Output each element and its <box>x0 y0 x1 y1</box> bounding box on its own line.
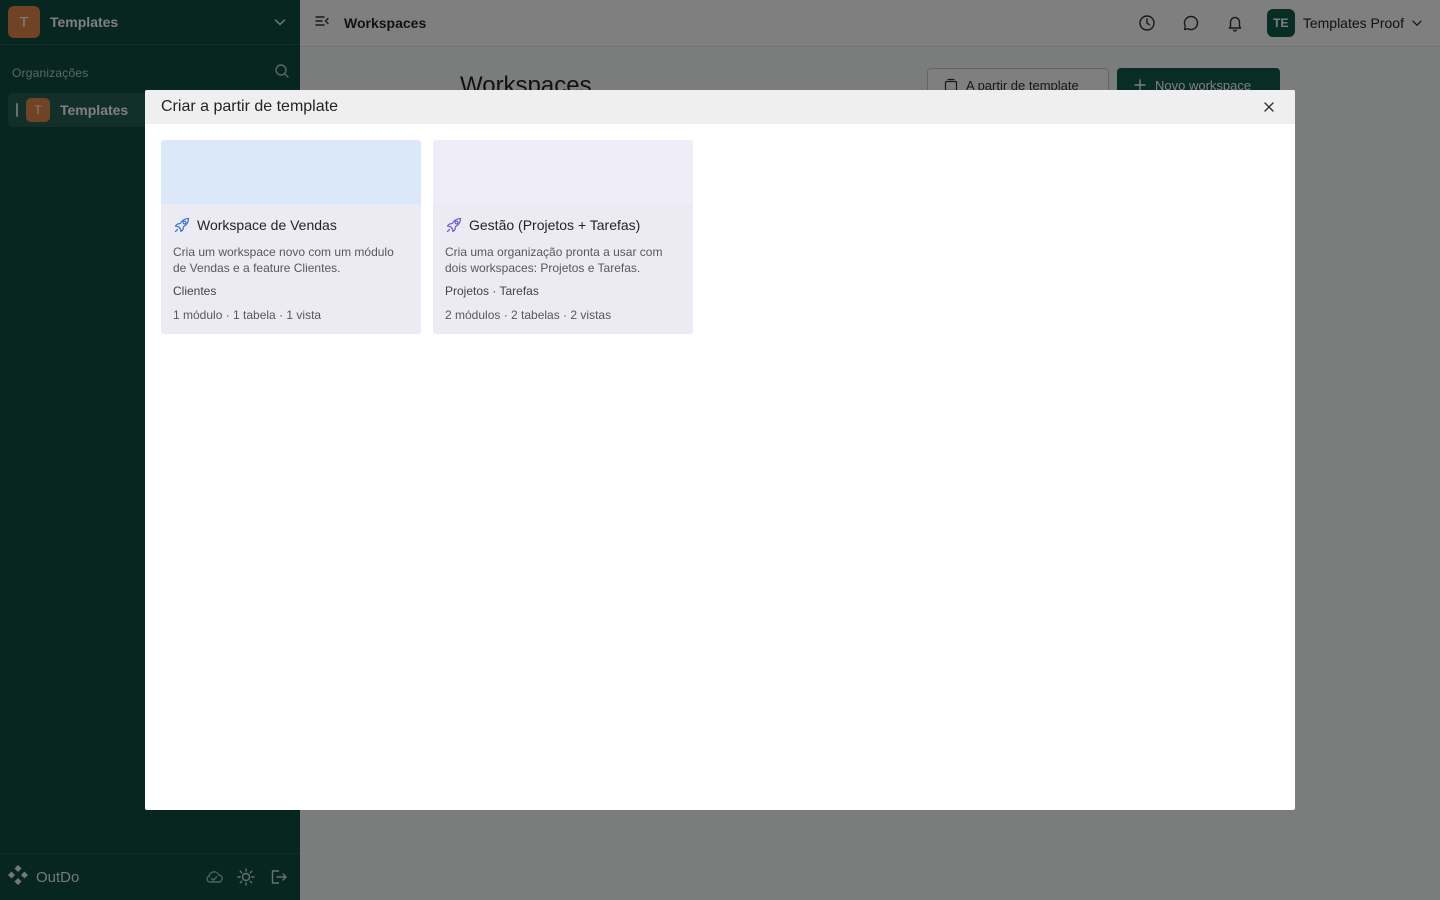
card-tags: Projetos · Tarefas <box>445 284 539 298</box>
template-card-gestao[interactable]: Gestão (Projetos + Tarefas) Cria uma org… <box>433 140 693 334</box>
card-description: Cria uma organização pronta a usar com d… <box>445 245 663 275</box>
rocket-icon <box>445 216 463 234</box>
template-card-vendas[interactable]: Workspace de Vendas Cria um workspace no… <box>161 140 421 334</box>
rocket-icon <box>173 216 191 234</box>
template-dialog: Criar a partir de template Workspace de … <box>145 90 1295 810</box>
dialog-title: Criar a partir de template <box>161 98 338 115</box>
card-banner <box>433 140 693 204</box>
close-icon[interactable] <box>1259 97 1279 117</box>
card-meta: 2 módulos · 2 tabelas · 2 vistas <box>445 308 612 322</box>
dialog-header: Criar a partir de template <box>145 90 1295 124</box>
template-list: Workspace de Vendas Cria um workspace no… <box>145 124 1295 350</box>
card-tags: Clientes <box>173 284 217 298</box>
card-banner <box>161 140 421 204</box>
card-meta: 1 módulo · 1 tabela · 1 vista <box>173 308 322 322</box>
card-title: Workspace de Vendas <box>197 217 337 233</box>
card-title: Gestão (Projetos + Tarefas) <box>469 217 641 233</box>
card-description: Cria um workspace novo com um módulo de … <box>173 245 394 275</box>
